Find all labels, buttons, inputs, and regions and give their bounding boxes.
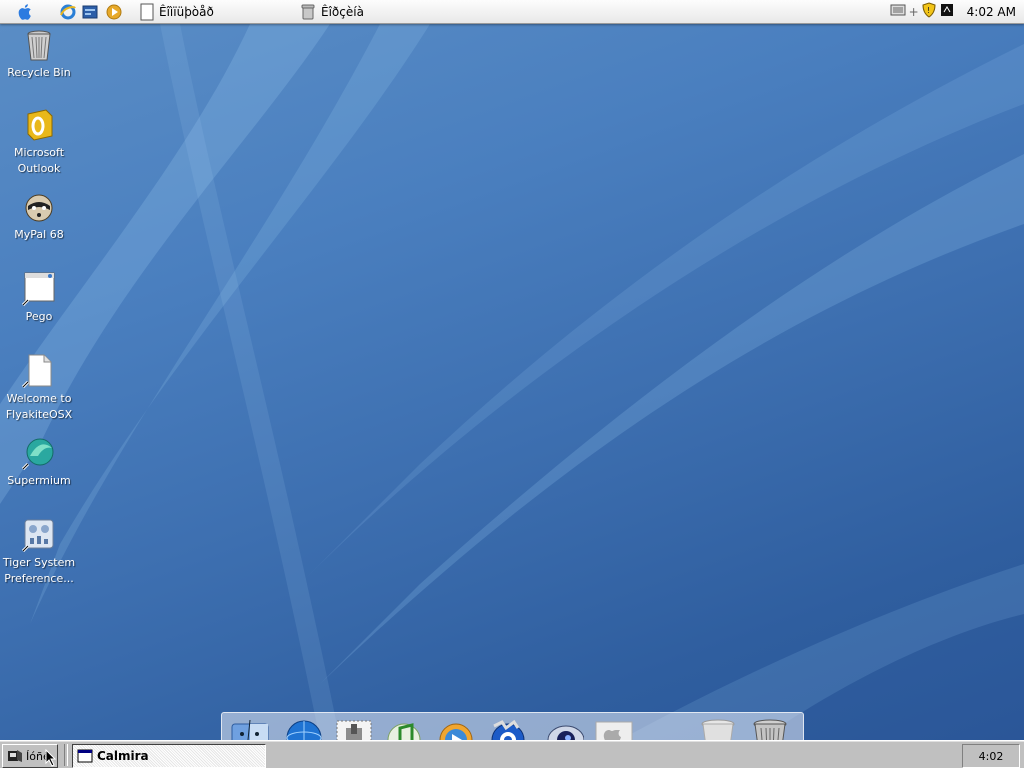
supermium-icon: [21, 436, 56, 471]
desktop-icon-supermium[interactable]: Supermium: [0, 436, 78, 489]
computer-document-icon: [140, 3, 154, 20]
quicktime-icon[interactable]: [488, 716, 528, 743]
desktop-icon-mypal[interactable]: MyPal 68: [0, 190, 78, 243]
pego-icon: [21, 272, 56, 307]
internet-explorer-quicklaunch-icon[interactable]: [60, 0, 76, 23]
sherlock-icon[interactable]: [544, 716, 585, 743]
svg-text:!: !: [927, 6, 930, 15]
browser-icon[interactable]: [284, 716, 324, 743]
desktop-icon-label: Supermium: [7, 474, 71, 487]
keyboard-icon[interactable]: [890, 4, 906, 19]
plus-icon[interactable]: +: [909, 5, 919, 19]
document-icon: [21, 354, 56, 389]
mail-icon[interactable]: [334, 716, 374, 743]
desktop-icon-label: Welcome to FlyakiteOSX: [5, 392, 73, 421]
desktop-wallpaper: [0, 24, 1024, 740]
top-menu-bar: Êîìïüþòåð Êîðçèíà + ! 4:02 AM: [0, 0, 1024, 24]
desktop-icon-label: Microsoft Outlook: [13, 146, 65, 175]
recycle-bin-icon: [22, 28, 56, 62]
itunes-icon[interactable]: [384, 716, 424, 743]
computer-menu-label: Êîìïüþòåð: [159, 4, 214, 19]
system-prefs-icon[interactable]: [594, 716, 634, 743]
dock: [221, 712, 804, 743]
recycle-bin-menu[interactable]: Êîðçèíà: [300, 0, 364, 23]
volume-icon[interactable]: [939, 2, 955, 21]
taskbar-button-label: Calmira: [97, 749, 149, 763]
trash-menu-icon: [301, 4, 315, 19]
security-shield-icon[interactable]: !: [922, 2, 936, 21]
menubar-clock: 4:02 AM: [966, 4, 1016, 19]
desktop-icon-recycle-bin[interactable]: Recycle Bin: [0, 28, 78, 81]
finder-icon[interactable]: [230, 716, 270, 743]
mypal-icon: [22, 190, 56, 224]
mouse-cursor-icon: [45, 749, 57, 767]
desktop-icon-microsoft-outlook[interactable]: Microsoft Outlook: [0, 108, 78, 177]
show-desktop-quicklaunch-icon[interactable]: [82, 0, 98, 23]
dock-recycle-icon[interactable]: [698, 716, 738, 743]
menubar-tray: + ! 4:02 AM: [890, 0, 1016, 23]
recycle-bin-menu-label: Êîðçèíà: [321, 4, 364, 19]
desktop-icon-tiger-system-preferences[interactable]: Tiger System Preference...: [0, 518, 78, 587]
desktop-icon-welcome[interactable]: Welcome to FlyakiteOSX: [0, 354, 78, 423]
system-preferences-icon: [21, 518, 56, 553]
start-computer-icon: [8, 750, 22, 762]
desktop-icon-label: Recycle Bin: [7, 66, 71, 79]
computer-menu[interactable]: Êîìïüþòåð: [139, 0, 214, 23]
desktop-icon-label: MyPal 68: [14, 228, 64, 241]
media-player-icon[interactable]: [436, 716, 476, 743]
outlook-icon: [22, 108, 56, 142]
taskbar-clock-text: 4:02: [978, 749, 1004, 763]
calmira-window-icon: [77, 749, 93, 763]
desktop-icon-pego[interactable]: Pego: [0, 272, 78, 325]
taskbar-separator: [64, 744, 68, 766]
trash-icon[interactable]: [750, 716, 790, 743]
desktop-icon-label: Tiger System Preference...: [2, 556, 76, 585]
taskbar-clock[interactable]: 4:02: [962, 744, 1020, 768]
media-player-quicklaunch-icon[interactable]: [106, 0, 122, 23]
apple-menu-icon[interactable]: [18, 0, 34, 23]
taskbar-button-calmira[interactable]: Calmira: [72, 744, 266, 768]
taskbar: Íóñê Calmira 4:02: [0, 740, 1024, 768]
desktop-icon-label: Pego: [25, 310, 53, 323]
